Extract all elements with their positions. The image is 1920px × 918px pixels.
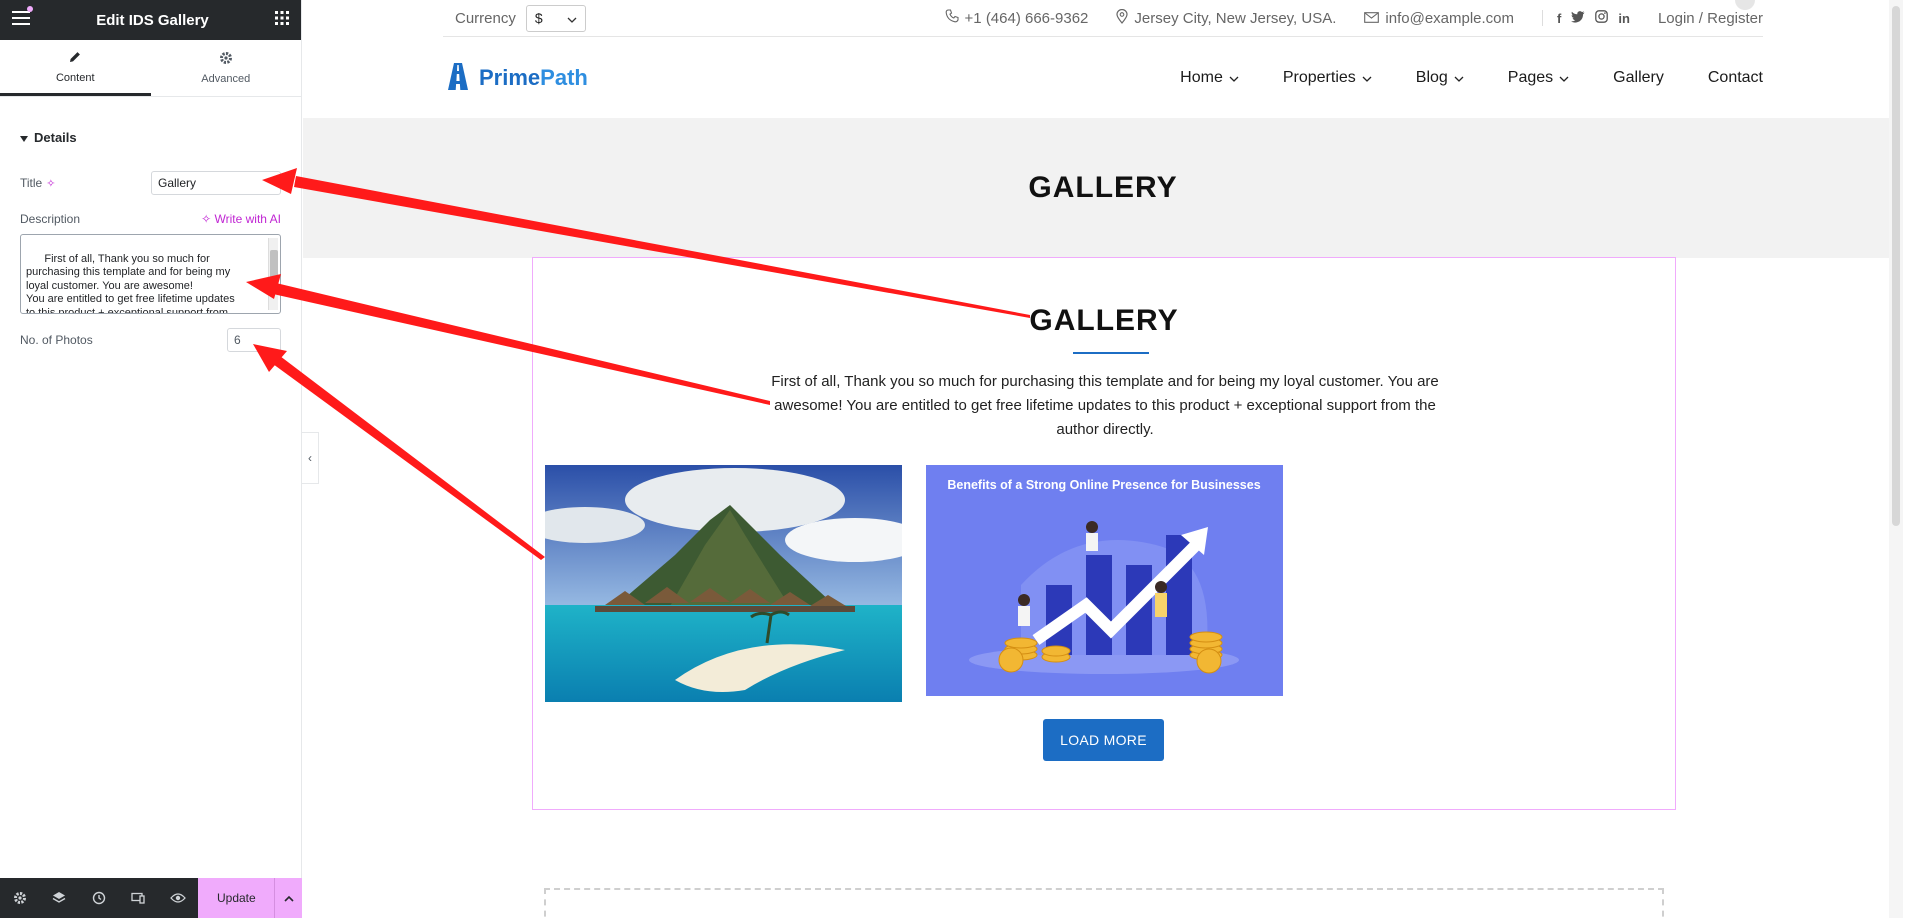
site-topbar: Currency $ +1 (464) 666-9362 Jersey City… [443,0,1763,37]
logo-text: PrimePath [479,65,588,91]
site-navbar: PrimePath Home Properties Blog Pages Gal… [443,38,1763,118]
page-title: GALLERY [1028,171,1178,204]
caret-down-icon [20,130,28,145]
twitter-icon[interactable] [1571,10,1585,26]
description-control: Description ✧ Write with AI [0,212,301,226]
phone-icon [945,9,959,27]
gallery-description: First of all, Thank you so much for purc… [771,373,1439,438]
description-label: Description [20,212,81,226]
phone-text: +1 (464) 666-9362 [964,9,1089,27]
tab-content-label: Content [55,71,95,84]
section-details[interactable]: Details [0,130,301,145]
email-info[interactable]: info@example.com [1364,10,1514,27]
nav-contact[interactable]: Contact [1708,69,1763,87]
hamburger-menu-icon[interactable] [12,10,30,30]
gallery-photo-business[interactable]: Benefits of a Strong Online Presence for… [926,465,1283,696]
page-hero: GALLERY [303,118,1903,258]
location-pin-icon [1116,8,1129,28]
ids-gallery-widget[interactable]: GALLERY First of all, Thank you so much … [532,257,1676,810]
update-button[interactable]: Update [198,878,275,918]
editor-panel: Edit IDS Gallery Content Advanced Detail… [0,0,302,918]
write-with-ai-label: Write with AI [214,212,281,226]
ai-sparkle-icon[interactable]: ✧ [46,178,55,190]
title-label-wrap: Title ✧ [20,176,55,190]
currency-select[interactable]: $ [525,4,586,32]
nav-contact-label: Contact [1707,69,1763,86]
nav-gallery-label: Gallery [1613,69,1664,86]
layers-icon[interactable] [39,878,78,918]
nav-properties-label: Properties [1282,69,1356,86]
pencil-icon [68,50,82,67]
photos-label: No. of Photos [20,333,93,347]
location-text: Jersey City, New Jersey, USA. [1134,9,1337,27]
title-input[interactable]: Gallery [151,171,281,195]
site-logo[interactable]: PrimePath [443,61,588,96]
chevron-down-icon [1229,69,1239,87]
nav-blog[interactable]: Blog [1416,69,1464,87]
chevron-down-icon [1362,69,1372,87]
gallery-title: GALLERY [1029,304,1179,337]
nav-blog-label: Blog [1415,69,1448,86]
tab-content[interactable]: Content [0,40,151,96]
add-section-dropzone[interactable] [544,888,1664,918]
editor-footer: Update [0,878,302,918]
title-label: Title [20,176,43,190]
nav-home[interactable]: Home [1180,69,1239,87]
section-details-label: Details [34,130,77,145]
tab-advanced[interactable]: Advanced [151,40,302,96]
description-textarea[interactable]: First of all, Thank you so much for purc… [20,234,281,314]
email-text: info@example.com [1385,9,1515,27]
ai-sparkle-icon: ✧ [201,212,215,226]
update-options-chevron-icon[interactable] [274,878,302,918]
nav-pages[interactable]: Pages [1508,69,1569,87]
login-register-link[interactable]: Login / Register [1658,10,1763,27]
chevron-down-icon [567,10,577,26]
location-info: Jersey City, New Jersey, USA. [1116,8,1337,28]
settings-gear-icon[interactable] [0,878,39,918]
nav-pages-label: Pages [1507,69,1554,86]
title-underline [1073,352,1149,354]
currency-switcher: Currency $ [455,4,586,32]
nav-home-label: Home [1180,69,1223,86]
envelope-icon [1364,10,1380,27]
currency-label: Currency [455,9,516,27]
logo-text-path: Path [540,65,588,90]
photos-number-input[interactable]: 6 [227,328,281,352]
photos-control: No. of Photos 6 [0,328,301,352]
preview-eye-icon[interactable] [158,878,197,918]
gallery-photo-island[interactable] [545,465,902,702]
currency-value: $ [534,10,543,26]
main-nav: Home Properties Blog Pages Gallery Conta… [1180,69,1763,87]
editor-title: Edit IDS Gallery [96,11,209,29]
editor-tabs: Content Advanced [0,40,301,97]
description-text: First of all, Thank you so much for purc… [26,252,235,314]
write-with-ai-button[interactable]: ✧ Write with AI [201,212,281,226]
chevron-down-icon [1454,69,1464,87]
screen: Edit IDS Gallery Content Advanced Detail… [0,0,1920,918]
instagram-icon[interactable] [1595,10,1609,26]
textarea-scrollbar[interactable] [268,238,278,310]
apps-grid-icon[interactable] [274,10,289,30]
logo-text-prime: Prime [479,65,541,90]
editor-header: Edit IDS Gallery [0,0,301,40]
photo-caption: Benefits of a Strong Online Presence for… [947,478,1260,492]
topbar-contact: +1 (464) 666-9362 Jersey City, New Jerse… [945,8,1763,28]
chevron-down-icon [1559,69,1569,87]
preview-scrollbar[interactable] [1889,0,1903,918]
road-logo-icon [443,61,473,96]
gear-icon [219,51,233,68]
site-preview: Currency $ +1 (464) 666-9362 Jersey City… [303,0,1903,918]
linkedin-icon[interactable]: in [1618,11,1630,26]
history-icon[interactable] [79,878,118,918]
phone-info[interactable]: +1 (464) 666-9362 [945,9,1089,27]
notification-dot [27,6,33,12]
title-control: Title ✧ Gallery [0,171,301,195]
responsive-mode-icon[interactable] [118,878,157,918]
nav-properties[interactable]: Properties [1283,69,1372,87]
tab-advanced-label: Advanced [201,73,251,85]
nav-gallery[interactable]: Gallery [1613,69,1664,87]
facebook-icon[interactable]: f [1557,11,1561,26]
load-more-button[interactable]: LOAD MORE [1043,719,1164,761]
social-links: f in [1542,10,1630,26]
